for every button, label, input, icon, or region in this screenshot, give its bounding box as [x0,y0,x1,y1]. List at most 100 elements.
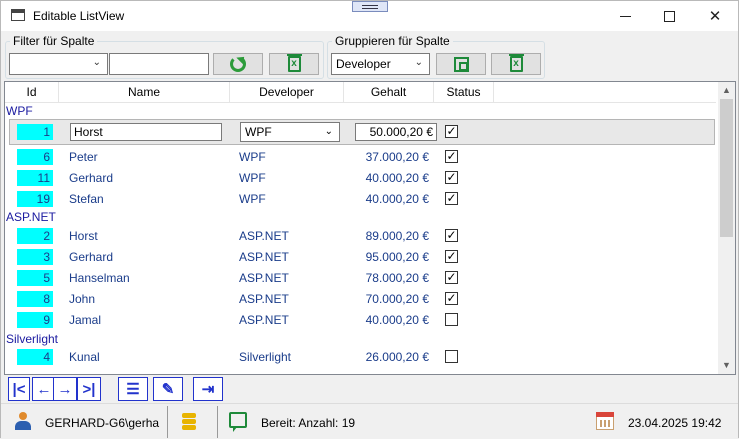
cell-gehalt: 40.000,20 € [365,313,429,327]
maximize-button[interactable] [647,1,691,31]
column-header-id[interactable]: Id [5,82,59,103]
next-record-button[interactable]: → [53,377,77,401]
table-row-selected[interactable]: 1 Horst WPF ⌄ 50.000,20 € ✓ [9,119,715,145]
cell-name: Horst [69,229,98,243]
column-header-gehalt[interactable]: Gehalt [344,82,434,103]
status-checkbox[interactable] [445,313,458,326]
listview-header: Id Name Developer Gehalt Status [5,82,716,103]
status-checkbox[interactable]: ✓ [445,229,458,242]
status-checkbox[interactable]: ✓ [445,271,458,284]
cell-developer: Silverlight [239,350,292,364]
status-message: Bereit: Anzahl: 19 [261,416,356,430]
filter-text-input[interactable] [109,53,209,75]
refresh-icon [230,56,246,72]
scroll-down-icon[interactable]: ▼ [718,357,735,374]
table-row[interactable]: 3 Gerhard ASP.NET 95.000,20 € ✓ [5,247,716,268]
window-app-icon [11,9,25,21]
column-header-developer[interactable]: Developer [230,82,344,103]
user-card-icon: ☰ [126,381,140,398]
message-icon [229,412,247,432]
first-record-icon: |< [12,380,26,398]
export-button[interactable]: ⇥ [193,377,223,401]
table-row[interactable]: 11 Gerhard WPF 40.000,20 € ✓ [5,168,716,189]
status-checkbox[interactable]: ✓ [445,292,458,305]
table-row[interactable]: 9 Jamal ASP.NET 40.000,20 € [5,310,716,331]
vertical-scrollbar[interactable]: ▲ ▼ [718,82,735,374]
cell-developer: WPF [239,150,266,164]
cell-id: 19 [17,191,53,207]
group-legend: Gruppieren für Spalte [332,34,453,48]
table-row[interactable]: 2 Horst ASP.NET 89.000,20 € ✓ [5,226,716,247]
chevron-down-icon: ⌄ [324,126,333,137]
group-icon [453,56,469,72]
cell-gehalt: 78.000,20 € [365,271,429,285]
cell-developer: ASP.NET [239,229,289,243]
status-checkbox[interactable] [445,350,458,363]
user-icon [15,412,31,430]
cell-name: Stefan [69,192,104,206]
edit-name-input[interactable]: Horst [70,123,222,141]
group-column-value: Developer [336,57,391,71]
status-checkbox[interactable]: ✓ [445,125,458,138]
cell-gehalt: 37.000,20 € [365,150,429,164]
edit-developer-combobox[interactable]: WPF ⌄ [240,122,340,142]
user-details-button[interactable]: ☰ [118,377,148,401]
cell-gehalt: 70.000,20 € [365,292,429,306]
cell-gehalt: 40.000,20 € [365,192,429,206]
status-checkbox[interactable]: ✓ [445,250,458,263]
refresh-filter-button[interactable] [213,53,263,75]
cell-gehalt: 89.000,20 € [365,229,429,243]
clear-filter-button[interactable]: x [269,53,319,75]
filter-column-combobox[interactable]: ⌄ [9,53,108,75]
minimize-button[interactable] [603,1,647,31]
group-header-aspnet: ASP.NET [6,210,56,224]
status-bar: GERHARD-G6\gerha Bereit: Anzahl: 19 23.0… [1,403,738,439]
cell-gehalt: 40.000,20 € [365,171,429,185]
filter-legend: Filter für Spalte [10,34,98,48]
column-header-name[interactable]: Name [59,82,230,103]
cell-developer: WPF [239,192,266,206]
status-separator [217,406,218,438]
cell-developer: ASP.NET [239,271,289,285]
table-row[interactable]: 6 Peter WPF 37.000,20 € ✓ [5,147,716,168]
status-datetime: 23.04.2025 19:42 [628,416,722,430]
apply-group-button[interactable] [436,53,486,75]
cell-id: 5 [17,270,53,286]
status-checkbox[interactable]: ✓ [445,171,458,184]
cell-developer: WPF [239,171,266,185]
group-header-silverlight: Silverlight [6,332,59,346]
main-window: Editable ListView ✕ Filter für Spalte ⌄ … [0,0,739,439]
cell-name: Kunal [69,350,100,364]
scroll-up-icon[interactable]: ▲ [718,82,735,99]
cell-gehalt: 95.000,20 € [365,250,429,264]
status-checkbox[interactable]: ✓ [445,192,458,205]
minimize-icon [619,15,631,17]
cell-id: 4 [17,349,53,365]
edit-record-button[interactable]: ✎ [153,377,183,401]
last-record-button[interactable]: >| [77,377,101,401]
table-row[interactable]: 4 Kunal Silverlight 26.000,20 € [5,347,716,368]
close-button[interactable]: ✕ [693,1,737,31]
employee-listview[interactable]: Id Name Developer Gehalt Status WPF 1 Ho… [4,81,736,375]
first-record-button[interactable]: |< [8,377,30,401]
menu-handle-icon[interactable] [352,1,388,12]
delete-icon: x [508,54,524,72]
cell-name: Jamal [69,313,102,327]
status-checkbox[interactable]: ✓ [445,150,458,163]
table-row[interactable]: 5 Hanselman ASP.NET 78.000,20 € ✓ [5,268,716,289]
cell-name: Hanselman [69,271,130,285]
title-bar[interactable]: Editable ListView ✕ [1,1,738,31]
table-row[interactable]: 8 John ASP.NET 70.000,20 € ✓ [5,289,716,310]
database-icon [182,413,196,431]
group-column-combobox[interactable]: Developer ⌄ [331,53,430,75]
cell-developer: ASP.NET [239,250,289,264]
group-header-wpf: WPF [6,104,33,118]
clear-group-button[interactable]: x [491,53,541,75]
edit-gehalt-input[interactable]: 50.000,20 € [355,123,437,141]
table-row[interactable]: 19 Stefan WPF 40.000,20 € ✓ [5,189,716,210]
scrollbar-thumb[interactable] [720,99,733,237]
cell-id: 8 [17,291,53,307]
export-icon: ⇥ [201,381,215,398]
column-header-status[interactable]: Status [434,82,494,103]
maximize-icon [663,10,675,22]
